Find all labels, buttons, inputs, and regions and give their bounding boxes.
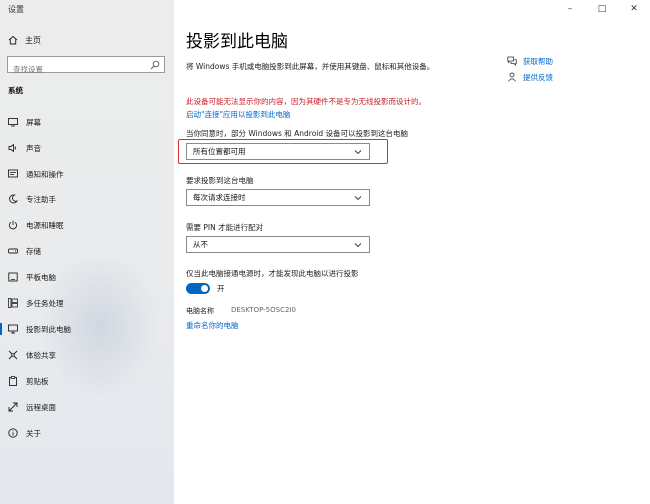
page-title: 投影到此电脑 <box>186 32 288 52</box>
sidebar-item-label: 通知和操作 <box>26 169 64 179</box>
sidebar-item-clipboard[interactable]: 剪贴板 <box>0 370 174 392</box>
search-box[interactable] <box>7 56 165 77</box>
section-header-system: 系统 <box>8 86 23 95</box>
sidebar-item-focus-assist[interactable]: 专注助手 <box>0 188 174 210</box>
feedback-icon <box>507 72 517 82</box>
multitask-icon <box>8 298 18 308</box>
dropdown-value: 每次请求连接时 <box>193 193 246 202</box>
sidebar-item-label: 关于 <box>26 428 41 438</box>
search-input[interactable] <box>8 62 146 77</box>
chevron-down-icon <box>354 150 362 155</box>
sidebar-item-display[interactable]: 屏幕 <box>0 111 174 133</box>
app-title: 设置 <box>8 5 24 14</box>
get-help-link[interactable]: 获取帮助 <box>507 55 553 67</box>
chevron-down-icon <box>354 243 362 248</box>
sidebar-item-label: 电源和睡眠 <box>26 220 64 230</box>
pc-name-value: DESKTOP-5OSC2I0 <box>231 306 296 314</box>
info-icon <box>8 428 18 438</box>
sidebar-item-label: 专注助手 <box>26 194 56 204</box>
toggle-state-label: 开 <box>217 284 225 293</box>
pc-name-row: 电脑名称 DESKTOP-5OSC2I0 <box>186 306 296 316</box>
sidebar-item-label: 声音 <box>26 143 41 153</box>
sidebar-item-label: 屏幕 <box>26 117 41 127</box>
toggle-knob <box>201 285 208 292</box>
project-icon <box>8 324 18 334</box>
sidebar-item-label: 剪贴板 <box>26 376 49 386</box>
sidebar-item-sound[interactable]: 声音 <box>0 137 174 159</box>
settings-window: 设置 主页 系统 屏幕 声音 <box>0 0 650 504</box>
sidebar-item-tablet[interactable]: 平板电脑 <box>0 266 174 288</box>
speaker-icon <box>8 143 18 153</box>
power-toggle-row: 开 <box>186 283 225 294</box>
sidebar-item-multitasking[interactable]: 多任务处理 <box>0 292 174 314</box>
remote-desktop-icon <box>8 402 18 412</box>
home-label: 主页 <box>25 35 41 45</box>
pc-name-label: 电脑名称 <box>186 307 214 315</box>
sidebar: 设置 主页 系统 屏幕 声音 <box>0 0 174 504</box>
minimize-button[interactable]: – <box>554 0 586 18</box>
help-panel: 获取帮助 提供反馈 <box>507 55 553 87</box>
home-icon <box>8 35 18 45</box>
sidebar-item-label: 多任务处理 <box>26 298 64 308</box>
sidebar-item-label: 体验共享 <box>26 350 56 360</box>
close-button[interactable]: ✕ <box>618 0 650 18</box>
dropdown-value: 从不 <box>193 240 208 249</box>
sidebar-item-about[interactable]: 关于 <box>0 422 174 444</box>
sidebar-item-label: 投影到此电脑 <box>26 324 71 334</box>
feedback-label: 提供反馈 <box>523 72 553 82</box>
main-content: – □ ✕ 投影到此电脑 将 Windows 手机或电脑投影到此屏幕，并使用其键… <box>174 0 650 504</box>
power-toggle[interactable] <box>186 283 210 294</box>
notification-icon <box>8 169 18 179</box>
rename-pc-link[interactable]: 重命名你的电脑 <box>186 320 239 331</box>
dropdown-value: 所有位置都可用 <box>193 147 246 156</box>
hardware-warning: 此设备可能无法显示你的内容，因为其硬件不是专为无线投影而设计的。 <box>186 97 426 106</box>
maximize-button[interactable]: □ <box>586 0 618 18</box>
feedback-link[interactable]: 提供反馈 <box>507 71 553 83</box>
sidebar-item-notifications[interactable]: 通知和操作 <box>0 163 174 185</box>
availability-dropdown[interactable]: 所有位置都可用 <box>186 143 370 160</box>
home-button[interactable]: 主页 <box>8 34 41 46</box>
chevron-down-icon <box>354 196 362 201</box>
monitor-icon <box>8 117 18 127</box>
chat-help-icon <box>507 56 517 66</box>
moon-icon <box>8 194 18 204</box>
window-controls: – □ ✕ <box>554 0 650 18</box>
sidebar-item-remote-desktop[interactable]: 远程桌面 <box>0 396 174 418</box>
sidebar-item-label: 平板电脑 <box>26 272 56 282</box>
ask-dropdown[interactable]: 每次请求连接时 <box>186 189 370 206</box>
clipboard-icon <box>8 376 18 386</box>
tablet-icon <box>8 272 18 282</box>
sidebar-item-storage[interactable]: 存储 <box>0 240 174 262</box>
sidebar-item-shared-experiences[interactable]: 体验共享 <box>0 344 174 366</box>
power-icon <box>8 220 18 230</box>
sidebar-item-project-to-pc[interactable]: 投影到此电脑 <box>0 318 174 340</box>
search-icon[interactable] <box>150 60 160 70</box>
availability-label: 当你同意时，部分 Windows 和 Android 设备可以投影到这台电脑 <box>186 129 409 138</box>
pin-label: 需要 PIN 才能进行配对 <box>186 223 264 232</box>
launch-connect-link[interactable]: 启动"连接"应用以投影到此电脑 <box>186 109 290 120</box>
pin-dropdown[interactable]: 从不 <box>186 236 370 253</box>
get-help-label: 获取帮助 <box>523 56 553 66</box>
sidebar-item-label: 存储 <box>26 246 41 256</box>
storage-icon <box>8 246 18 256</box>
sidebar-item-power[interactable]: 电源和睡眠 <box>0 214 174 236</box>
page-description: 将 Windows 手机或电脑投影到此屏幕，并使用其键盘、鼠标和其他设备。 <box>186 62 435 71</box>
ask-label: 要求投影到这台电脑 <box>186 176 254 185</box>
sidebar-item-label: 远程桌面 <box>26 402 56 412</box>
share-icon <box>8 350 18 360</box>
power-label: 仅当此电脑接通电源时，才能发现此电脑以进行投影 <box>186 269 359 278</box>
